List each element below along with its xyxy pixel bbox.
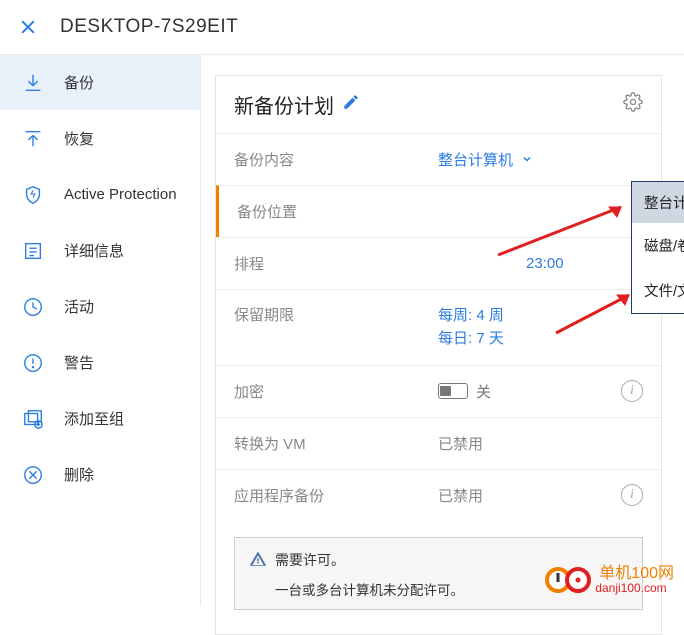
dropdown-option-files[interactable]: 文件/文件夹	[632, 268, 684, 313]
alert-icon	[22, 352, 44, 374]
row-value: 每周: 4 周 每日: 7 天	[434, 304, 643, 351]
sidebar-item-label: 添加至组	[64, 408, 124, 429]
row-label: 排程	[234, 253, 434, 274]
row-schedule[interactable]: 排程 23:00	[216, 237, 661, 289]
sidebar-item-label: 删除	[64, 464, 94, 485]
row-label: 备份内容	[234, 149, 434, 170]
sidebar-item-add-to-group[interactable]: 添加至组	[0, 391, 200, 447]
gear-icon[interactable]	[623, 92, 643, 117]
shield-icon	[22, 184, 44, 206]
window-title: DESKTOP-7S29EIT	[60, 16, 238, 38]
sidebar-item-activities[interactable]: 活动	[0, 279, 200, 335]
clock-icon	[22, 296, 44, 318]
panel-title: 新备份计划	[234, 90, 334, 119]
backup-content-dropdown: 整台计算机 磁盘/卷 文件/文件夹	[631, 181, 684, 314]
details-icon	[22, 240, 44, 262]
upload-icon	[22, 128, 44, 150]
row-encryption: 加密 关 i	[216, 365, 661, 417]
row-value: 已禁用	[434, 433, 643, 454]
sidebar-item-label: 警告	[64, 352, 94, 373]
row-label: 保留期限	[234, 304, 434, 325]
info-icon[interactable]: i	[621, 484, 643, 506]
delete-icon	[22, 464, 44, 486]
watermark: 单机100网 danji100.com	[545, 566, 674, 594]
dropdown-option-disks[interactable]: 磁盘/卷	[632, 223, 684, 268]
sidebar-item-alerts[interactable]: 警告	[0, 335, 200, 391]
panel-title-wrap: 新备份计划	[234, 90, 360, 119]
info-icon[interactable]: i	[621, 380, 643, 402]
dropdown-option-whole-computer[interactable]: 整台计算机	[632, 182, 684, 223]
sidebar-item-recover[interactable]: 恢复	[0, 111, 200, 167]
row-backup-location[interactable]: 备份位置	[216, 185, 661, 237]
chevron-down-icon	[521, 152, 533, 169]
sidebar: 备份 恢复 Active Protection 详细信息 活动 警告 添加至组	[0, 54, 200, 606]
edit-icon[interactable]	[342, 93, 360, 117]
row-retention[interactable]: 保留期限 每周: 4 周 每日: 7 天	[216, 289, 661, 365]
row-convert-vm[interactable]: 转换为 VM 已禁用	[216, 417, 661, 469]
sidebar-item-label: 备份	[64, 72, 94, 93]
panel: 新备份计划 备份内容 整台计算机 备	[215, 75, 662, 635]
sidebar-item-delete[interactable]: 删除	[0, 447, 200, 503]
sidebar-item-label: Active Protection	[64, 186, 177, 203]
sidebar-item-label: 详细信息	[64, 240, 124, 261]
row-label: 备份位置	[237, 201, 437, 222]
sidebar-item-label: 活动	[64, 296, 94, 317]
row-app-backup: 应用程序备份 已禁用 i	[216, 469, 661, 521]
sidebar-item-active-protection[interactable]: Active Protection	[0, 167, 200, 223]
close-icon[interactable]	[14, 13, 42, 41]
download-icon	[22, 72, 44, 94]
row-label: 转换为 VM	[234, 433, 434, 454]
warning-icon	[249, 550, 267, 571]
row-value: 整台计算机	[434, 149, 643, 170]
sidebar-item-details[interactable]: 详细信息	[0, 223, 200, 279]
row-label: 加密	[234, 381, 434, 402]
encryption-switch[interactable]	[438, 383, 468, 399]
row-label: 应用程序备份	[234, 485, 434, 506]
topbar: DESKTOP-7S29EIT	[0, 0, 684, 54]
sidebar-item-label: 恢复	[64, 128, 94, 149]
row-backup-content[interactable]: 备份内容 整台计算机	[216, 133, 661, 185]
row-value: 已禁用	[434, 485, 621, 506]
add-group-icon	[22, 408, 44, 430]
sidebar-item-backup[interactable]: 备份	[0, 55, 200, 111]
row-value: 23:00	[434, 255, 643, 272]
row-value: 关	[434, 381, 621, 402]
